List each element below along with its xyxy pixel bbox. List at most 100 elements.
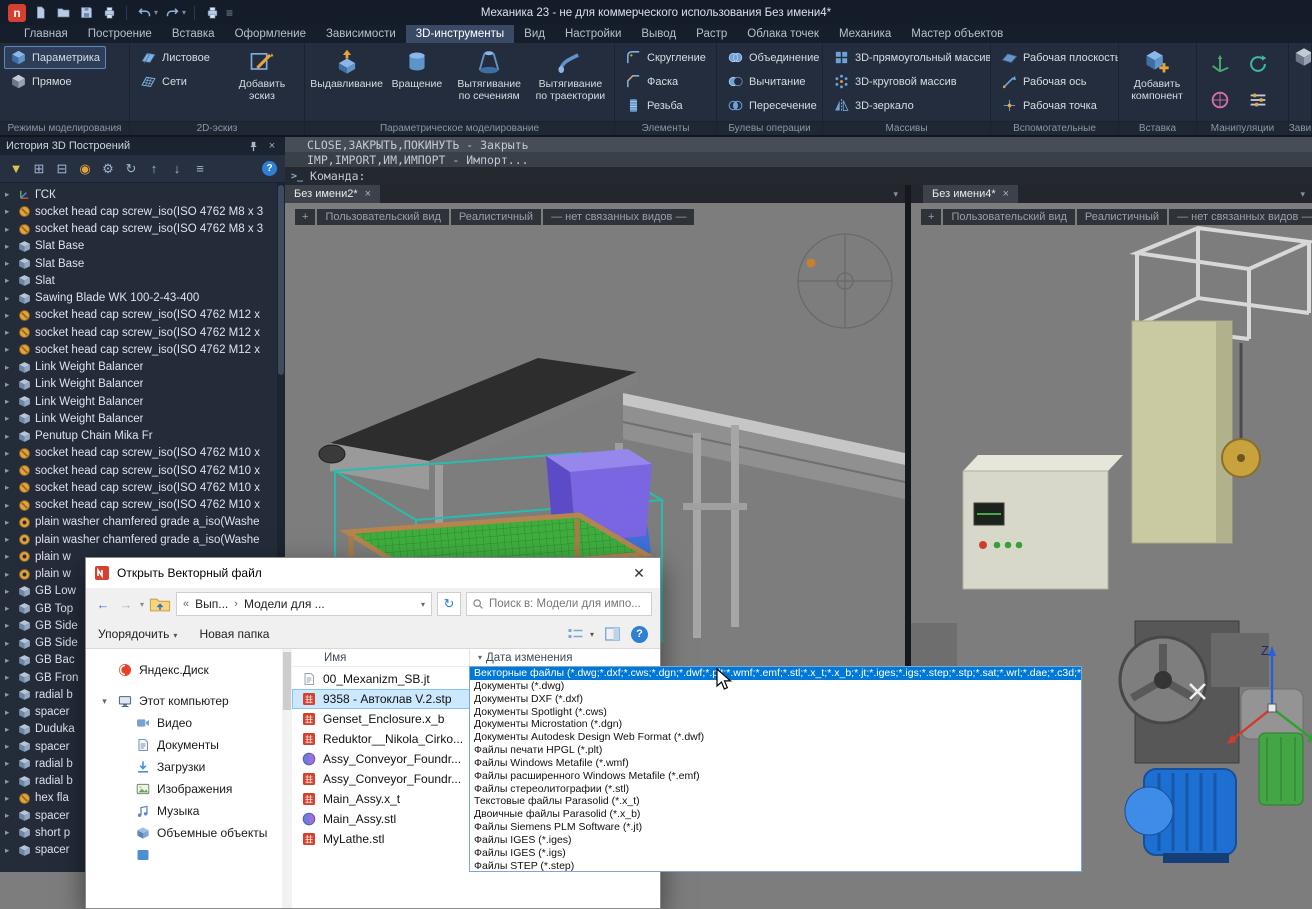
update-icon[interactable]: ↻: [123, 161, 139, 177]
work-plane-button[interactable]: Рабочая плоскость: [995, 46, 1119, 69]
subtract-button[interactable]: Вычитание: [721, 70, 823, 93]
expand-arrow-icon[interactable]: ▸: [5, 241, 14, 252]
extrude-button[interactable]: Выдавливание: [309, 46, 384, 118]
tree-item[interactable]: ▸plain washer chamfered grade a_iso(Wash…: [0, 514, 277, 531]
gizmo-icon[interactable]: [1209, 89, 1231, 111]
expand-arrow-icon[interactable]: ▸: [5, 672, 14, 683]
redo-dropdown-icon[interactable]: ▾: [182, 8, 186, 17]
expand-arrow-icon[interactable]: ▸: [5, 189, 14, 200]
sidebar-item-5[interactable]: Изображения: [86, 778, 282, 800]
expand-arrow-icon[interactable]: ▸: [5, 655, 14, 666]
tab-list-dropdown-icon[interactable]: ▾: [886, 185, 905, 203]
file-row[interactable]: Main_Assy.stl: [292, 809, 470, 829]
expand-arrow-icon[interactable]: ▸: [5, 758, 14, 769]
command-history-line[interactable]: CLOSE,ЗАКРЫТЬ,ПОКИНУТЬ - Закрыть: [285, 137, 1312, 152]
forward-icon[interactable]: →: [117, 597, 135, 612]
ribbon-tab-7[interactable]: Настройки: [555, 25, 631, 43]
command-history-line[interactable]: IMP,IMPORT,ИМ,ИМПОРТ - Импорт...: [285, 152, 1312, 167]
file-type-option[interactable]: Файлы STEP (*.step): [470, 860, 1081, 872]
add-viewport-button[interactable]: +: [921, 209, 941, 225]
tree-item[interactable]: ▸socket head cap screw_iso(ISO 4762 M10 …: [0, 497, 277, 514]
file-type-option[interactable]: Файлы IGES (*.iges): [470, 834, 1081, 847]
view-name-button[interactable]: Пользовательский вид: [943, 209, 1074, 225]
tree-item[interactable]: ▸socket head cap screw_iso(ISO 4762 M10 …: [0, 479, 277, 496]
sweep-button[interactable]: Вытягивание по траектории: [531, 46, 610, 118]
thread-button[interactable]: Резьба: [619, 94, 712, 117]
tree-item[interactable]: ▸Link Weight Balancer: [0, 410, 277, 427]
close-panel-icon[interactable]: ×: [265, 139, 279, 153]
expand-arrow-icon[interactable]: ▸: [5, 827, 14, 838]
column-header-date[interactable]: ▾ Дата изменения: [470, 649, 572, 666]
expand-arrow-icon[interactable]: ▸: [5, 327, 14, 338]
remove-part-icon[interactable]: ⊟: [54, 161, 70, 177]
close-tab-icon[interactable]: ×: [365, 188, 371, 200]
tree-item[interactable]: ▸ГСК: [0, 186, 277, 203]
tree-item[interactable]: ▸Link Weight Balancer: [0, 376, 277, 393]
view-mode-icon[interactable]: ▾: [567, 627, 594, 641]
ribbon-tab-1[interactable]: Построение: [78, 25, 162, 43]
ribbon-tab-2[interactable]: Вставка: [162, 25, 225, 43]
rectangular-array-button[interactable]: 3D-прямоугольный массив: [827, 46, 991, 69]
expand-arrow-icon[interactable]: ▸: [5, 724, 14, 735]
open-file-icon[interactable]: [54, 4, 72, 22]
revolve-button[interactable]: Вращение: [386, 46, 447, 118]
tree-item[interactable]: ▸socket head cap screw_iso(ISO 4762 M10 …: [0, 462, 277, 479]
expand-arrow-icon[interactable]: ▸: [5, 776, 14, 787]
ribbon-tab-5[interactable]: 3D-инструменты: [406, 25, 514, 43]
file-type-option[interactable]: Текстовые файлы Parasolid (*.x_t): [470, 795, 1081, 808]
file-type-option[interactable]: Документы Microstation (*.dgn): [470, 718, 1081, 731]
expand-arrow-icon[interactable]: ▸: [5, 413, 14, 424]
file-type-option[interactable]: Файлы стереолитографии (*.stl): [470, 783, 1081, 796]
move-down-icon[interactable]: ↓: [169, 161, 185, 176]
dialog-titlebar[interactable]: Открыть Векторный файл ✕: [86, 558, 660, 588]
move-up-icon[interactable]: ↑: [146, 161, 162, 176]
filter-icon[interactable]: ▼: [8, 161, 24, 176]
expand-arrow-icon[interactable]: ▸: [5, 586, 14, 597]
sidebar-item-7[interactable]: Объемные объекты: [86, 822, 282, 844]
scrollbar-thumb[interactable]: [283, 652, 291, 710]
organize-button[interactable]: Упорядочить▾: [98, 627, 177, 641]
sidebar-item-1[interactable]: ▾Этот компьютер: [86, 690, 282, 712]
expand-arrow-icon[interactable]: ▸: [5, 293, 14, 304]
expand-arrow-icon[interactable]: ▸: [5, 810, 14, 821]
ribbon-tab-9[interactable]: Растр: [686, 25, 737, 43]
print-icon[interactable]: [203, 4, 221, 22]
ribbon-tab-4[interactable]: Зависимости: [316, 25, 406, 43]
expand-arrow-icon[interactable]: ▸: [5, 707, 14, 718]
document-tab[interactable]: Без имени4* ×: [923, 185, 1018, 203]
up-folder-icon[interactable]: [149, 596, 171, 613]
sidebar-item-2[interactable]: Видео: [86, 712, 282, 734]
sheet-metal-button[interactable]: Листовое: [134, 46, 226, 69]
list-options-icon[interactable]: ≡: [192, 161, 208, 176]
visual-style-button[interactable]: Реалистичный: [451, 209, 541, 225]
column-header-name[interactable]: Имя: [292, 649, 470, 666]
sidebar-item-4[interactable]: Загрузки: [86, 756, 282, 778]
file-row[interactable]: 9358 - Автоклав V.2.stp: [292, 689, 470, 709]
tree-item[interactable]: ▸Slat Base: [0, 238, 277, 255]
expand-arrow-icon[interactable]: ▸: [5, 310, 14, 321]
address-dropdown-icon[interactable]: ▾: [421, 600, 425, 609]
view-name-button[interactable]: Пользовательский вид: [317, 209, 448, 225]
loft-button[interactable]: Вытягивание по сечениям: [450, 46, 529, 118]
ribbon-tab-12[interactable]: Мастер объектов: [901, 25, 1013, 43]
tree-item[interactable]: ▸socket head cap screw_iso(ISO 4762 M12 …: [0, 324, 277, 341]
breadcrumb-segment[interactable]: Вып...: [195, 597, 228, 611]
linked-views-button[interactable]: — нет связанных видов —: [543, 209, 694, 225]
file-type-option[interactable]: Документы Spotlight (*.cws): [470, 706, 1081, 719]
back-icon[interactable]: ←: [94, 597, 112, 612]
file-type-option[interactable]: Файлы Siemens PLM Software (*.jt): [470, 821, 1081, 834]
expand-arrow-icon[interactable]: ▸: [5, 224, 14, 235]
expand-arrow-icon[interactable]: ▸: [5, 793, 14, 804]
plot-icon[interactable]: [100, 4, 118, 22]
toolbar-overflow-icon[interactable]: ≡: [226, 6, 233, 20]
file-row[interactable]: 00_Mexanizm_SB.jt: [292, 669, 470, 689]
screw-tool-icon[interactable]: ◉: [77, 161, 93, 177]
expand-arrow-icon[interactable]: ▸: [5, 448, 14, 459]
tree-item[interactable]: ▸Slat: [0, 272, 277, 289]
add-component-button[interactable]: Добавить компонент: [1123, 46, 1191, 118]
dialog-sidebar-scrollbar[interactable]: [282, 649, 292, 908]
linked-views-button[interactable]: — нет связанных видов —: [1169, 209, 1312, 225]
sliders-icon[interactable]: [1247, 89, 1269, 111]
ribbon-tab-6[interactable]: Вид: [514, 25, 555, 43]
expand-arrow-icon[interactable]: ▸: [5, 638, 14, 649]
